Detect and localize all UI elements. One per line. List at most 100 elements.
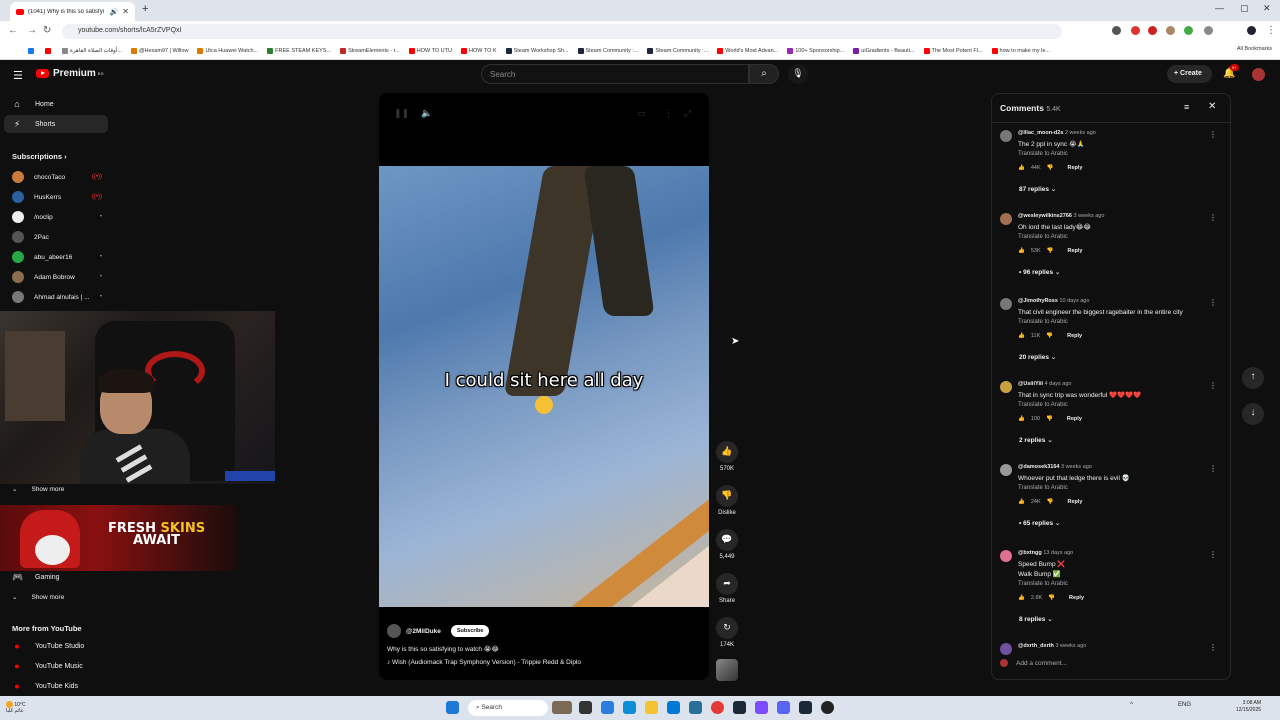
chrome-icon[interactable] — [711, 701, 724, 714]
address-bar[interactable]: youtube.com/shorts/lcA5rZVPQxI — [62, 24, 1062, 39]
extension-icon[interactable] — [1112, 26, 1121, 35]
bookmark-item[interactable]: أوقات الصلاة القاهرة... — [62, 47, 122, 54]
voice-search-button[interactable]: 🎙 — [788, 64, 808, 84]
comment-author[interactable]: @lilac_moon-d2s 2 weeks ago — [1018, 130, 1096, 136]
like-icon[interactable]: 👍 — [1018, 499, 1025, 505]
dislike-icon[interactable]: 👎 — [1047, 499, 1054, 505]
show-more-subscriptions[interactable]: ⌄ Show more — [12, 485, 64, 494]
next-short-button[interactable]: ↓ — [1242, 403, 1264, 425]
app-icon[interactable] — [689, 701, 702, 714]
add-comment-input[interactable]: Add a comment... — [1000, 659, 1225, 667]
new-tab-icon[interactable]: + — [142, 3, 148, 15]
menu-icon[interactable]: ☰ — [13, 69, 23, 82]
extension-icon[interactable] — [1184, 26, 1193, 35]
tray-chevron-icon[interactable]: ^ — [1130, 702, 1133, 708]
commenter-avatar[interactable] — [1000, 130, 1012, 142]
sidebar-item-more[interactable]: ● YouTube Studio — [4, 637, 108, 655]
store-icon[interactable] — [667, 701, 680, 714]
translate-link[interactable]: Translate to Arabic — [1018, 485, 1068, 491]
all-bookmarks[interactable]: All Bookmarks — [1237, 46, 1272, 52]
volume-icon[interactable]: 🔈 — [421, 108, 432, 119]
translate-link[interactable]: Translate to Arabic — [1018, 581, 1068, 587]
reply-button[interactable]: Reply — [1068, 499, 1083, 505]
close-icon[interactable]: ✕ — [1208, 101, 1216, 112]
comment-username[interactable]: @damosek3164 — [1018, 464, 1059, 470]
windows-start-icon[interactable] — [446, 701, 459, 714]
comment-more-icon[interactable]: ⋮ — [1209, 213, 1217, 222]
commenter-avatar[interactable] — [1000, 381, 1012, 393]
bookmark-item[interactable] — [28, 47, 36, 54]
bookmark-item[interactable]: how to make my le... — [991, 47, 1050, 54]
subscription-item[interactable]: /noclip • — [12, 211, 102, 223]
previous-short-button[interactable]: ↑ — [1242, 367, 1264, 389]
comment-more-icon[interactable]: ⋮ — [1209, 381, 1217, 390]
file-explorer-icon[interactable] — [645, 701, 658, 714]
comment-username[interactable]: @dxrth_dxrth — [1018, 643, 1054, 649]
youtube-logo[interactable]: Premium EG — [36, 68, 104, 79]
show-more-explore[interactable]: ⌄ Show more — [12, 593, 64, 602]
comment-author[interactable]: @wesleywilkins2766 3 weeks ago — [1018, 213, 1104, 219]
replies-toggle[interactable]: • 65 replies ⌄ — [1019, 519, 1060, 527]
like-icon[interactable]: 👍 — [1018, 248, 1025, 254]
copilot-icon[interactable] — [601, 701, 614, 714]
comment-author[interactable]: @bxtngg 13 days ago — [1018, 550, 1073, 556]
bookmark-item[interactable]: Steam Community :... — [577, 47, 638, 54]
comment-author[interactable]: @JimothyRoss 10 days ago — [1018, 298, 1089, 304]
notifications-button[interactable]: 🔔 9+ — [1223, 64, 1239, 79]
taskbar-search[interactable]: ⌕ Search — [468, 700, 548, 716]
commenter-avatar[interactable] — [1000, 643, 1012, 655]
reply-button[interactable]: Reply — [1067, 333, 1082, 339]
comment-username[interactable]: @lilac_moon-d2s — [1018, 130, 1063, 136]
bookmark-item[interactable]: FREE STEAM KEYS... — [267, 47, 331, 54]
close-window-icon[interactable]: ✕ — [1263, 3, 1271, 14]
bookmark-item[interactable]: uiGradients - Beauti... — [853, 47, 915, 54]
comments-button[interactable]: 💬 5,449 — [716, 529, 738, 560]
comment-more-icon[interactable]: ⋮ — [1209, 130, 1217, 139]
like-icon[interactable]: 👍 — [1018, 333, 1025, 339]
bookmark-item[interactable]: HOW TO K — [460, 47, 497, 54]
subscription-item[interactable]: HusKerrs ((•)) — [12, 191, 102, 203]
subscription-item[interactable]: Ahmad alnufais | ... • — [12, 291, 102, 303]
widget-icon[interactable] — [552, 701, 572, 714]
comment-author[interactable]: @UsiiiYiii 4 days ago — [1018, 381, 1071, 387]
translate-link[interactable]: Translate to Arabic — [1018, 319, 1068, 325]
menu-dots-icon[interactable]: ⋮ — [1266, 25, 1276, 36]
extensions-puzzle-icon[interactable] — [1204, 26, 1213, 35]
task-view-icon[interactable] — [579, 701, 592, 714]
subscription-item[interactable]: abu_abeer16 • — [12, 251, 102, 263]
subscribe-button[interactable]: Subscribe — [450, 625, 490, 637]
comment-author[interactable]: @dxrth_dxrth 3 weeks ago — [1018, 643, 1086, 649]
search-input[interactable]: Search — [481, 64, 749, 84]
comment-more-icon[interactable]: ⋮ — [1209, 550, 1217, 559]
bookmark-item[interactable]: HOW TO UTU — [408, 47, 452, 54]
bookmark-item[interactable] — [45, 47, 53, 54]
ad-banner[interactable]: FRESH SKINS AWAIT — [0, 505, 238, 571]
bookmark-item[interactable]: World's Most Advan... — [717, 47, 778, 54]
reply-button[interactable]: Reply — [1068, 165, 1083, 171]
like-icon[interactable]: 👍 — [1018, 595, 1025, 601]
commenter-avatar[interactable] — [1000, 464, 1012, 476]
sidebar-item-more[interactable]: ● YouTube Kids — [4, 677, 108, 695]
comment-more-icon[interactable]: ⋮ — [1209, 464, 1217, 473]
maximize-icon[interactable]: ▢ — [1240, 3, 1249, 14]
pause-icon[interactable]: ❚❚ — [394, 108, 409, 119]
forward-icon[interactable]: → — [27, 25, 37, 36]
dislike-icon[interactable]: 👎 — [1048, 595, 1055, 601]
subscription-item[interactable]: chocoTaco ((•)) — [12, 171, 102, 183]
sidebar-item-shorts[interactable]: ⚡ Shorts — [4, 115, 108, 133]
channel-avatar[interactable] — [387, 624, 401, 638]
channel-name[interactable]: @2MilDuke — [406, 628, 441, 635]
sidebar-item-gaming[interactable]: 🎮 Gaming — [4, 568, 108, 586]
sidebar-item-more[interactable]: ● YouTube Music — [4, 657, 108, 675]
comment-username[interactable]: @wesleywilkins2766 — [1018, 213, 1072, 219]
replies-toggle[interactable]: 8 replies ⌄ — [1019, 615, 1053, 623]
extension-icon[interactable] — [1131, 26, 1140, 35]
replies-toggle[interactable]: 87 replies ⌄ — [1019, 185, 1056, 193]
replies-toggle[interactable]: 2 replies ⌄ — [1019, 436, 1053, 444]
extension-icon[interactable] — [1148, 26, 1157, 35]
weather-widget[interactable]: 10°C غائم كليا — [6, 701, 26, 714]
like-icon[interactable]: 👍 — [1018, 165, 1025, 171]
dislike-icon[interactable]: 👎 — [1047, 165, 1054, 171]
like-button[interactable]: 👍 570K — [716, 441, 738, 472]
dislike-icon[interactable]: 👎 — [1047, 248, 1054, 254]
